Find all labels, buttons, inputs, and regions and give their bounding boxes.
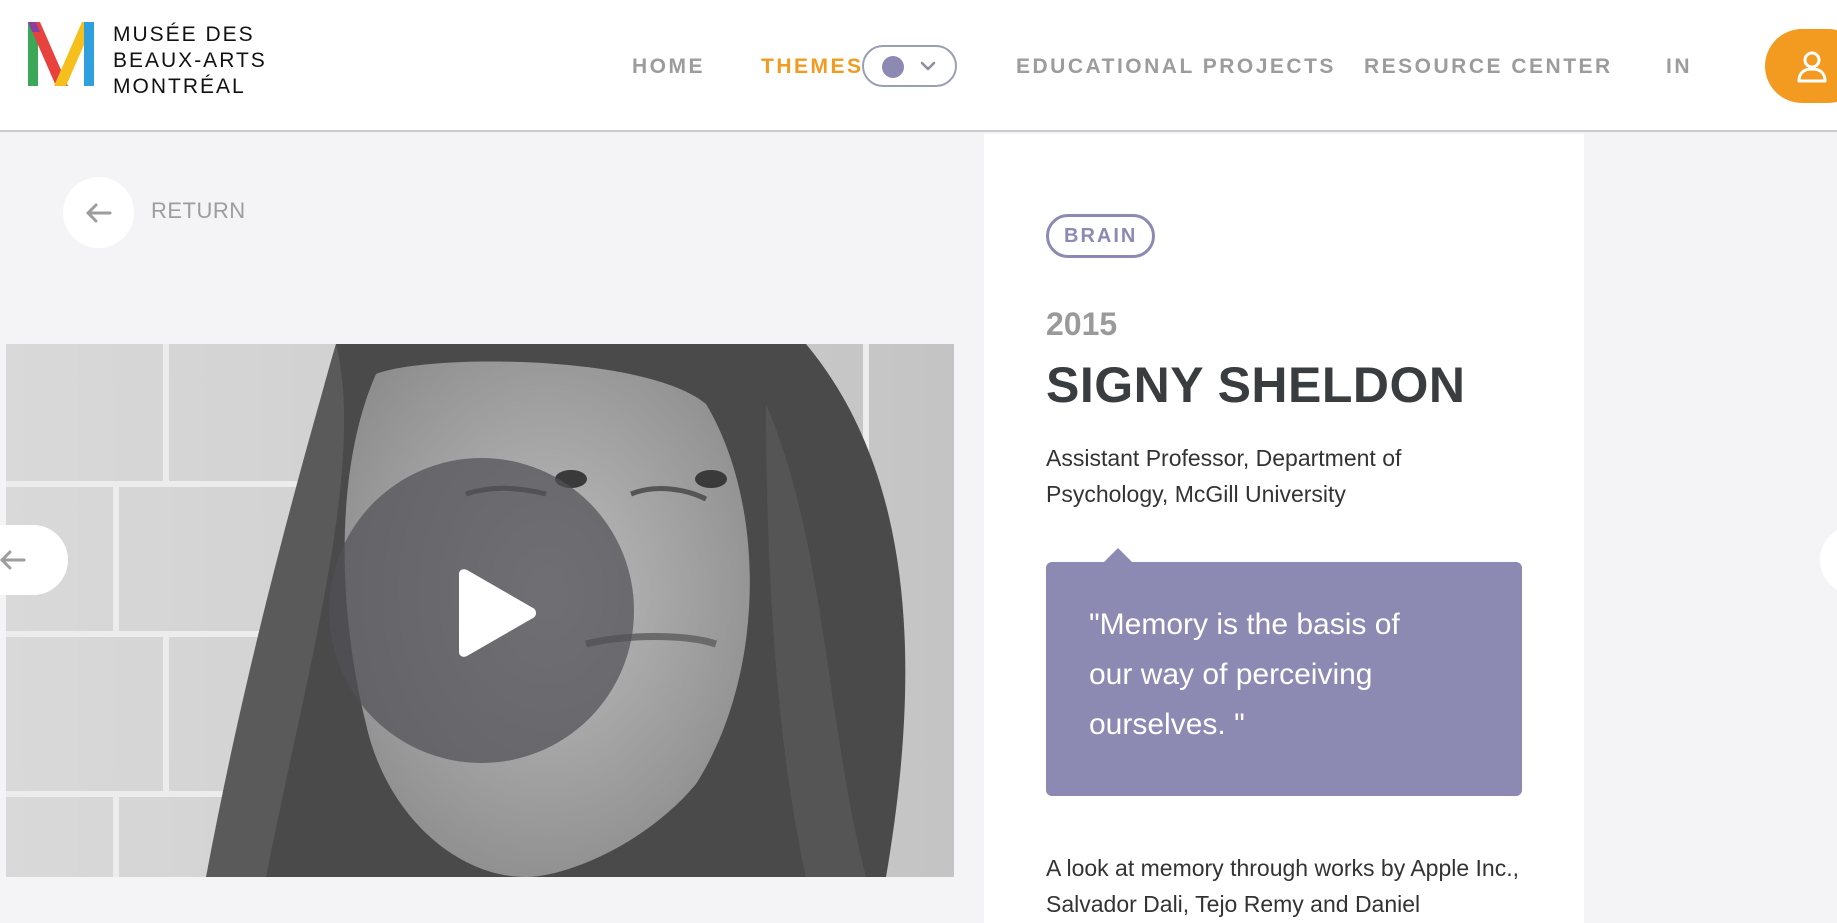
nav-resource-center[interactable]: RESOURCE CENTER: [1364, 55, 1613, 79]
site-header: MUSÉE DES BEAUX-ARTS MONTRÉAL HOME THEME…: [0, 0, 1837, 132]
user-account-button[interactable]: [1765, 29, 1837, 103]
quote-box: "Memory is the basis of our way of perce…: [1046, 548, 1522, 796]
logo-line: MONTRÉAL: [113, 75, 246, 98]
return-label[interactable]: RETURN: [151, 198, 246, 224]
logo-m-icon: [28, 22, 94, 86]
previous-slide-button[interactable]: [0, 525, 68, 595]
theme-color-dot: [882, 56, 904, 78]
profile-description: A look at memory through works by Apple …: [1046, 855, 1520, 917]
theme-tag[interactable]: BRAIN: [1046, 214, 1156, 258]
arrow-left-icon: [0, 550, 26, 570]
nav-home[interactable]: HOME: [632, 55, 705, 79]
quote-notch: [1104, 548, 1132, 562]
logo-line: BEAUX-ARTS: [113, 49, 267, 72]
return-button[interactable]: [63, 177, 134, 248]
museum-logo[interactable]: MUSÉE DES BEAUX-ARTS MONTRÉAL: [28, 22, 265, 102]
profile-year: 2015: [1046, 306, 1118, 342]
profile-name: SIGNY SHELDON: [1046, 357, 1466, 413]
arrow-left-icon: [86, 203, 112, 223]
play-button[interactable]: [329, 458, 634, 763]
user-icon: [1797, 51, 1827, 83]
profile-panel: BRAIN 2015 SIGNY SHELDON Assistant Profe…: [984, 134, 1584, 923]
play-icon: [459, 569, 536, 657]
chevron-down-icon: [920, 61, 936, 71]
nav-educational-projects[interactable]: EDUCATIONAL PROJECTS: [1016, 55, 1336, 79]
profile-role: Assistant Professor, Department of Psych…: [1046, 445, 1402, 507]
logo-wordmark: MUSÉE DES BEAUX-ARTS MONTRÉAL: [113, 22, 267, 100]
language-toggle[interactable]: IN: [1666, 55, 1692, 79]
theme-selector[interactable]: [862, 45, 957, 87]
nav-themes[interactable]: THEMES: [761, 55, 864, 79]
video-player[interactable]: [6, 344, 954, 877]
logo-line: MUSÉE DES: [113, 23, 255, 46]
quote-text: "Memory is the basis of our way of perce…: [1089, 608, 1400, 741]
next-slide-button[interactable]: [1820, 525, 1837, 595]
